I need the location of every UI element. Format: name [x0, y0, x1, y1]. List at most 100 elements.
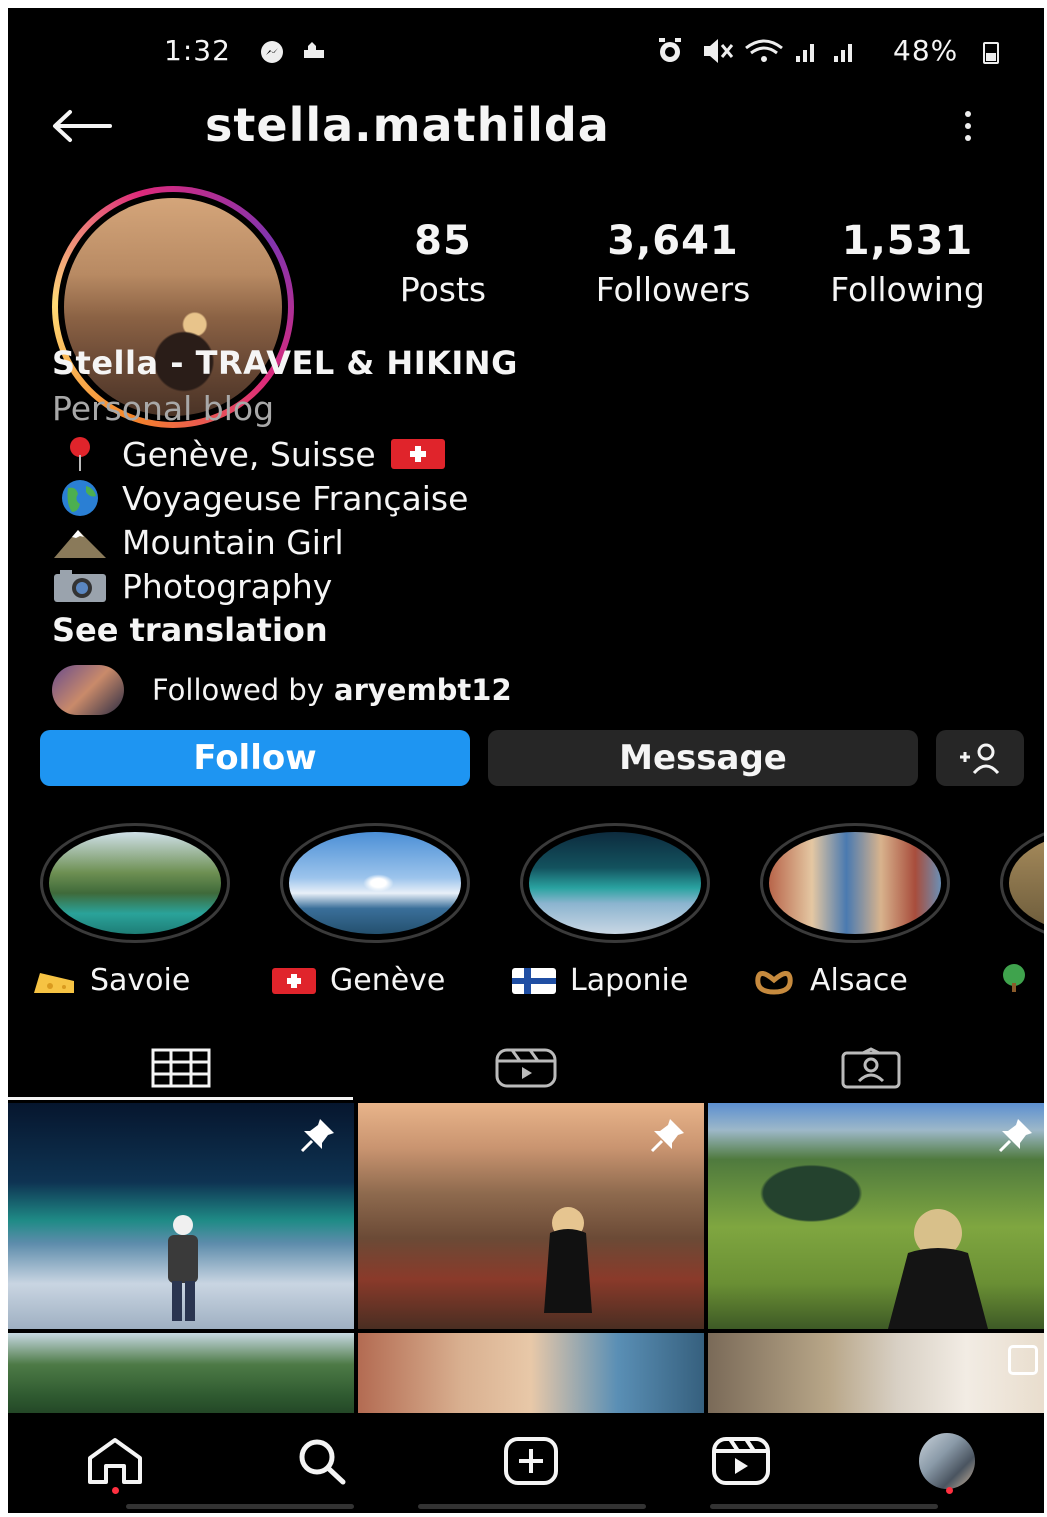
profile-avatar [919, 1433, 975, 1489]
bio-line: Genève, Suisse [52, 432, 752, 476]
follower-avatar [52, 665, 124, 715]
nav-reels[interactable] [706, 1431, 776, 1491]
multiple-photos-icon [1008, 1345, 1038, 1375]
reels-icon [712, 1437, 770, 1485]
bio-line-text: Genève, Suisse [122, 434, 376, 474]
reels-icon [495, 1048, 556, 1088]
posts-label: Posts [399, 270, 487, 309]
stat-following[interactable]: 1,531 Following [795, 218, 1020, 309]
more-options-icon[interactable] [948, 96, 988, 156]
highlight-label: Laponie [570, 963, 689, 998]
tab-tagged[interactable] [698, 1033, 1043, 1103]
bio-line-text: Voyageuse Française [122, 478, 469, 518]
highlight-label: Alsace [810, 963, 908, 998]
add-user-icon [960, 743, 1000, 775]
active-tab-indicator [8, 1097, 353, 1100]
pinned-icon [300, 1117, 336, 1160]
bio-category: Personal blog [52, 389, 275, 428]
back-arrow-icon[interactable] [50, 96, 120, 156]
followers-label: Followers [595, 270, 751, 309]
followed-by-user: aryembt12 [334, 673, 512, 707]
nav-search[interactable] [286, 1431, 356, 1491]
followers-count: 3,641 [607, 218, 739, 264]
bio-line: Voyageuse Française [52, 476, 752, 520]
highlight-label: Genève [330, 963, 446, 998]
highlight-more[interactable] [1000, 823, 1044, 992]
battery-percent: 48% [893, 34, 959, 67]
bottom-nav [8, 1413, 1044, 1513]
pin-emoji [52, 434, 108, 474]
new-post-icon [504, 1437, 558, 1485]
following-count: 1,531 [841, 218, 974, 264]
followed-by-prefix: Followed by [152, 673, 325, 707]
bio-line-text: Photography [122, 566, 333, 606]
add-user-button[interactable] [936, 730, 1024, 786]
bio-line-text: Mountain Girl [122, 522, 344, 562]
nav-profile[interactable] [912, 1431, 982, 1491]
signal-icon [796, 44, 814, 62]
post-thumbnail[interactable] [358, 1103, 704, 1329]
tab-grid[interactable] [8, 1033, 353, 1103]
status-time: 1:32 [164, 34, 231, 67]
see-translation-link[interactable]: See translation [52, 611, 752, 649]
bio-lines: Genève, Suisse Voyageuse Française Mount… [52, 432, 752, 608]
highlight-cover [769, 832, 941, 934]
post-thumbnail[interactable] [708, 1103, 1044, 1329]
post-thumbnail[interactable] [358, 1333, 704, 1423]
highlight-cover [529, 832, 701, 934]
swiss-flag-emoji [390, 434, 446, 474]
tagged-icon [841, 1047, 900, 1089]
system-nav-bar [710, 1504, 938, 1509]
highlight-geneve[interactable]: Genève [272, 823, 470, 998]
stat-followers[interactable]: 3,641 Followers [563, 218, 783, 309]
home-icon [88, 1438, 142, 1484]
profile-username: stella.mathilda [205, 98, 610, 152]
post-thumbnail[interactable] [8, 1333, 354, 1423]
follow-button[interactable]: Follow [40, 730, 470, 786]
pinned-icon [998, 1117, 1034, 1160]
profile-header: stella.mathilda [8, 96, 1044, 160]
post-thumbnail[interactable] [708, 1333, 1044, 1423]
highlight-label: Savoie [90, 963, 191, 998]
mountain-emoji [52, 522, 108, 562]
pretzel-emoji [750, 966, 798, 996]
search-icon [299, 1439, 346, 1485]
finland-flag-emoji [510, 966, 558, 996]
bio-name: Stella - TRAVEL & HIKING [52, 344, 518, 382]
messenger-icon [258, 38, 326, 72]
highlight-cover [289, 832, 461, 934]
posts-count: 85 [414, 218, 472, 264]
cheese-emoji [30, 966, 78, 996]
pinned-icon [650, 1117, 686, 1160]
highlight-alsace[interactable]: Alsace [755, 823, 950, 998]
bio-line: Photography [52, 564, 752, 608]
profile-photo [64, 198, 282, 416]
signal-icon [834, 44, 852, 62]
grid-icon [151, 1048, 210, 1088]
tree-emoji [990, 963, 1038, 993]
following-label: Following [830, 270, 985, 309]
post-thumbnail[interactable] [8, 1103, 354, 1329]
status-icons [656, 36, 881, 72]
highlight-cover [49, 832, 221, 934]
swiss-flag-emoji [270, 966, 318, 996]
highlight-savoie[interactable]: Savoie [34, 823, 230, 998]
profile-notification-dot [946, 1487, 953, 1494]
mute-icon [704, 39, 734, 63]
followed-by[interactable]: Followed by aryembt12 [52, 660, 512, 720]
highlight-cover [1009, 832, 1044, 934]
wifi-icon [745, 39, 783, 62]
status-bar: 1:32 48% [8, 34, 1044, 74]
tab-reels[interactable] [353, 1033, 698, 1103]
message-button[interactable]: Message [488, 730, 918, 786]
battery-icon [983, 42, 999, 64]
stat-posts[interactable]: 85 Posts [368, 218, 518, 309]
highlight-laponie[interactable]: Laponie [512, 823, 710, 998]
profile-screen: 1:32 48% stella.mathilda 85 Posts 3,641 … [8, 8, 1044, 1513]
nav-home[interactable] [80, 1431, 150, 1491]
bio-line: Mountain Girl [52, 520, 752, 564]
profile-tabs [8, 1033, 1044, 1103]
nav-new-post[interactable] [496, 1431, 566, 1491]
system-nav-bar [418, 1504, 646, 1509]
alarm-icon [659, 38, 681, 62]
